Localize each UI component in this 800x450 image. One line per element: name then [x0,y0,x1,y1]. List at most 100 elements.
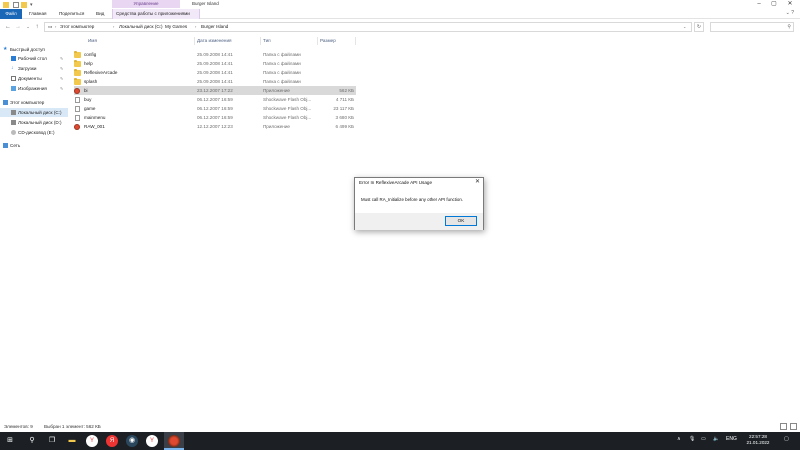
file-row[interactable]: ReflexiveArcade 25.09.2008 14:41 Папка с… [74,68,356,77]
notifications-icon[interactable]: ▢ [784,436,789,442]
steam-icon[interactable]: ◉ [126,435,138,447]
microphone-icon[interactable]: 🎙 [689,436,695,442]
nav-item-drive-d[interactable]: Локальный диск (D:) [0,118,68,127]
network-icon[interactable]: ▭ [701,436,706,442]
nav-item-quick-access[interactable]: ★ Быстрый доступ [0,45,68,54]
file-name: mainmenu [84,115,106,120]
manage-context-tab[interactable]: Управление [112,0,180,8]
pin-icon: ✎ [60,56,64,61]
address-bar[interactable]: ▭ › Этот компьютер › Локальный диск (C:)… [44,22,692,32]
file-row[interactable]: buy 06.12.2007 16:59 Shockwave Flash Obj… [74,95,356,104]
drive-icon [11,120,16,125]
clock-date: 21.01.2022 [746,440,770,445]
taskbar: ⊞ ⚲ ❐ ▬ Y Я ◉ Y ∧ 🎙 ▭ 🔈 ENG 22:57:28 21.… [0,432,800,450]
breadcrumb-burger-island[interactable]: Burger Island [201,23,228,31]
search-input[interactable]: ⚲ [710,22,794,32]
chevron-right-icon: › [55,24,57,29]
yandex-browser-icon[interactable]: Y [146,435,158,447]
address-row: ← → ⌄ ↑ ▭ › Этот компьютер › Локальный д… [0,20,800,34]
tiles-view-button[interactable] [790,423,797,430]
file-name: help [84,61,93,66]
file-date: 12.12.2007 12:23 [197,124,233,129]
back-button[interactable]: ← [4,22,12,32]
file-type: Папка с файлами [263,79,301,84]
tab-file[interactable]: Файл [0,9,22,19]
maximize-button[interactable]: ▢ [767,0,781,8]
search-icon: ⚲ [787,24,791,30]
search-icon[interactable]: ⚲ [26,435,38,447]
task-view-icon[interactable]: ❐ [46,435,58,447]
dialog-body: Must call RA_Initialize before any other… [355,188,483,213]
file-date: 25.09.2008 14:41 [197,52,233,57]
nav-item-cd-drive[interactable]: CD-дисковод (E:) [0,128,68,137]
yandex-icon[interactable]: Я [106,435,118,447]
file-explorer-icon[interactable]: ▬ [66,435,78,447]
breadcrumb-my-games[interactable]: My Games [165,23,187,31]
clock[interactable]: 22:57:28 21.01.2022 [738,434,778,446]
tab-share[interactable]: Поделиться [56,9,87,19]
dialog-close-button[interactable]: ✕ [475,178,480,185]
breadcrumb-drive-c[interactable]: Локальный диск (C:) [119,23,162,31]
tab-view[interactable]: Вид [93,9,107,19]
recent-locations-button[interactable]: ⌄ [24,22,32,32]
up-button[interactable]: ↑ [33,22,41,32]
column-header-type[interactable]: Тип [263,38,271,43]
file-date: 25.09.2008 14:41 [197,61,233,66]
new-folder-icon[interactable] [21,2,27,8]
language-indicator[interactable]: ENG [726,436,737,442]
column-header-date[interactable]: Дата изменения [197,38,232,43]
yandex-browser-icon[interactable]: Y [86,435,98,447]
pictures-icon [11,86,16,91]
chevron-down-icon[interactable]: ⌄ [683,23,686,31]
volume-icon[interactable]: 🔈 [713,436,719,442]
file-row[interactable]: game 06.12.2007 16:59 Shockwave Flash Ob… [74,104,356,113]
breadcrumb-this-pc[interactable]: Этот компьютер [60,23,94,31]
nav-item-documents[interactable]: Документы ✎ [0,74,68,83]
file-name: ReflexiveArcade [84,70,118,75]
file-row[interactable]: RAW_001 12.12.2007 12:23 Приложение 6 49… [74,122,356,131]
status-bar: Элементов: 9 Выбран 1 элемент: 562 КБ [0,422,800,432]
chevron-right-icon: › [113,24,115,29]
column-divider[interactable] [260,37,261,45]
nav-item-label: Этот компьютер [10,100,45,105]
details-view-button[interactable] [780,423,787,430]
ribbon-expand-icon[interactable]: ⌄ ? [786,10,794,16]
column-divider[interactable] [355,37,356,45]
file-row[interactable]: help 25.09.2008 14:41 Папка с файлами [74,59,356,68]
close-button[interactable]: ✕ [783,0,797,8]
windows-start-icon[interactable]: ⊞ [4,435,16,447]
forward-button[interactable]: → [14,22,22,32]
nav-item-pictures[interactable]: Изображения ✎ [0,84,68,93]
tab-app-tools[interactable]: Средства работы с приложениями [112,9,200,19]
file-row[interactable]: config 25.09.2008 14:41 Папка с файлами [74,50,356,59]
file-row[interactable]: splash 25.09.2008 14:41 Папка с файлами [74,77,356,86]
nav-item-desktop[interactable]: Рабочий стол ✎ [0,54,68,63]
properties-icon[interactable] [13,2,19,8]
ribbon-tabs: Файл Главная Поделиться Вид Средства раб… [0,9,800,19]
documents-icon [11,76,16,81]
column-divider[interactable] [317,37,318,45]
burger-island-icon[interactable] [168,435,180,447]
nav-item-label: Быстрый доступ [10,47,45,52]
file-row[interactable]: mainmenu 06.12.2007 16:59 Shockwave Flas… [74,113,356,122]
dialog-footer: OK [355,213,483,230]
document-icon [75,96,80,103]
file-type: Приложение [263,124,290,129]
tray-overflow-icon[interactable]: ∧ [677,436,681,442]
column-header-size[interactable]: Размер [320,38,336,43]
folder-icon [74,77,81,85]
refresh-button[interactable]: ↻ [694,22,704,32]
nav-item-downloads[interactable]: ↓ Загрузки ✎ [0,64,68,73]
file-row[interactable]: bi 23.12.2007 17:22 Приложение 562 КБ [74,86,356,95]
ok-button[interactable]: OK [445,216,477,226]
column-header-name[interactable]: Имя [88,38,97,43]
nav-item-network[interactable]: Сеть [0,141,68,150]
nav-item-this-pc[interactable]: Этот компьютер [0,98,68,107]
file-size: 562 КБ [339,88,354,93]
column-divider[interactable] [194,37,195,45]
qa-dropdown-icon[interactable]: ▾ [30,2,36,8]
app-icon [74,123,80,130]
nav-item-drive-c[interactable]: Локальный диск (C:) [0,108,68,117]
minimize-button[interactable]: – [752,0,766,8]
tab-home[interactable]: Главная [26,9,49,19]
